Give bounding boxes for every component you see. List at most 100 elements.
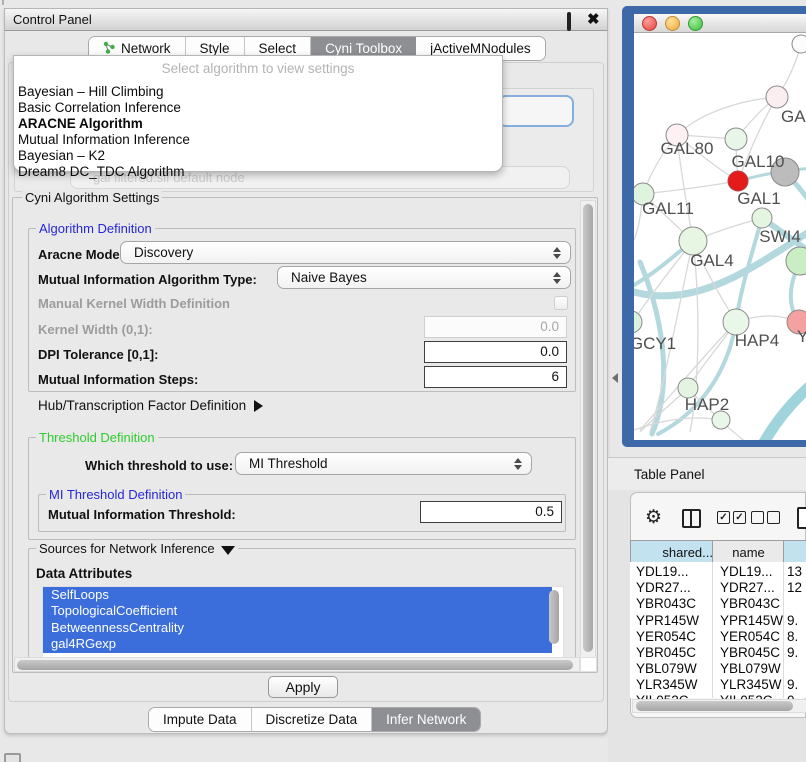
table-cell[interactable]: YPR145W — [720, 613, 783, 628]
network-window-titlebar — [634, 14, 806, 33]
gear-icon[interactable]: ⚙ — [645, 506, 662, 529]
checked-pair-icon[interactable]: ✓✓ — [717, 511, 746, 524]
label-hap4: HAP4 — [735, 331, 779, 350]
network-canvas[interactable]: GAL GAL80 GAL10 GAL1 GAL11 GAL4 SWI4 GCY… — [634, 33, 806, 440]
label-gal10: GAL10 — [732, 152, 785, 171]
list-item-selfloops[interactable]: SelfLoops — [43, 587, 552, 603]
settings-vscrollbar-thumb[interactable] — [583, 204, 593, 652]
kernel-width-label: Kernel Width (0,1): — [38, 322, 153, 337]
aracne-mode-label: Aracne Mode: — [38, 247, 124, 262]
mi-threshold-field[interactable]: 0.5 — [420, 501, 562, 523]
table-row-clipped: YIL052C YIL052C 0. — [630, 691, 806, 699]
table-cell[interactable]: 8. — [787, 629, 798, 644]
split-columns-icon[interactable] — [682, 509, 701, 528]
tab-discretize-data[interactable]: Discretize Data — [252, 708, 373, 731]
table-cell[interactable]: YLR345W — [720, 677, 782, 692]
list-item-gal4rgexp[interactable]: gal4RGexp — [43, 636, 552, 652]
label-y-partial: Y — [797, 327, 806, 346]
menu-item-dream8[interactable]: Dream8 DC_TDC Algorithm — [18, 164, 185, 179]
table-cell[interactable]: YDR27... — [720, 580, 775, 595]
table-cell[interactable]: YBR043C — [636, 596, 696, 611]
menu-item-basic-correlation[interactable]: Basic Correlation Inference — [18, 100, 181, 115]
settings-hscrollbar-thumb[interactable] — [17, 660, 573, 670]
traffic-light-close-icon[interactable] — [642, 16, 657, 31]
table-cell[interactable]: YLR345W — [636, 677, 698, 692]
splitpane-collapse-arrow[interactable] — [612, 373, 618, 383]
hub-definition-expander[interactable]: Hub/Transcription Factor Definition — [38, 398, 263, 413]
scrollbar-corner — [580, 657, 597, 672]
mi-threshold-definition-title: MI Threshold Definition — [46, 487, 185, 502]
control-panel-titlebar: Control Panel ✖ — [4, 8, 608, 31]
kernel-width-field[interactable]: 0.0 — [424, 316, 567, 338]
node-gal-top[interactable] — [766, 86, 788, 108]
float-panel-icon[interactable] — [567, 14, 579, 26]
aracne-mode-combo[interactable]: Discovery — [120, 241, 571, 264]
column-header-name[interactable]: name — [712, 540, 784, 564]
label-gal1: GAL1 — [737, 189, 780, 208]
table-cell[interactable]: YDR27... — [636, 580, 691, 595]
table-cell[interactable]: 9. — [787, 613, 798, 628]
table-cell[interactable]: 13 — [787, 564, 802, 579]
tab-infer-network[interactable]: Infer Network — [372, 708, 480, 731]
algorithm-select-popup: Select algorithm to view settings Bayesi… — [13, 55, 503, 172]
table-cell[interactable]: 9. — [787, 645, 798, 660]
table-cell[interactable]: YDL19... — [720, 564, 773, 579]
algorithm-popup-prompt: Select algorithm to view settings — [14, 61, 502, 76]
menu-item-mutual-information[interactable]: Mutual Information Inference — [18, 132, 190, 147]
table-hscrollbar-thumb[interactable] — [636, 701, 793, 711]
threshold-definition-title: Threshold Definition — [36, 430, 158, 445]
node-gal1-red[interactable] — [728, 171, 748, 191]
mi-steps-field[interactable]: 6 — [424, 366, 567, 388]
control-panel-title: Control Panel — [13, 12, 92, 27]
traffic-light-zoom-icon[interactable] — [688, 16, 703, 31]
table-cell[interactable]: YBL079W — [636, 661, 697, 676]
algorithm-definition-title: Algorithm Definition — [36, 221, 155, 236]
table-cell[interactable]: YBL079W — [720, 661, 781, 676]
node-swi4[interactable] — [752, 208, 772, 228]
column-header-shared[interactable]: shared... — [630, 540, 718, 564]
close-icon[interactable]: ✖ — [587, 14, 599, 26]
tab-impute-data[interactable]: Impute Data — [149, 708, 252, 731]
partial-toolbar-icon[interactable] — [797, 507, 806, 529]
app-root: Control Panel ✖ Network Style Select Cyn… — [0, 0, 806, 762]
manual-kernel-width-checkbox[interactable] — [554, 296, 568, 310]
label-gal80: GAL80 — [661, 139, 714, 158]
dock-panel-icon[interactable] — [4, 753, 21, 762]
table-cell[interactable]: YBR045C — [636, 645, 696, 660]
table-cell[interactable]: YER054C — [720, 629, 780, 644]
menu-item-bayesian-hill-climbing[interactable]: Bayesian – Hill Climbing — [18, 84, 164, 99]
list-item-betweennesscentrality[interactable]: BetweennessCentrality — [43, 620, 552, 636]
node-gal10[interactable] — [725, 128, 747, 150]
node-gcy1[interactable] — [634, 311, 642, 333]
focused-combo-partially-hidden[interactable] — [498, 95, 574, 127]
list-scrollbar-thumb[interactable] — [549, 590, 559, 644]
table-cell[interactable]: 9. — [787, 677, 798, 692]
manual-kernel-width-label: Manual Kernel Width Definition — [38, 296, 230, 311]
dpi-tolerance-label: DPI Tolerance [0,1]: — [38, 347, 158, 362]
node-right-green[interactable] — [786, 247, 806, 275]
which-threshold-combo[interactable]: MI Threshold — [235, 452, 532, 475]
menu-item-bayesian-k2[interactable]: Bayesian – K2 — [18, 148, 105, 163]
label-gal-top: GAL — [781, 107, 806, 126]
table-cell[interactable]: YBR045C — [720, 645, 780, 660]
tab-network-label: Network — [121, 41, 171, 56]
combo-arrows-icon — [553, 272, 561, 284]
table-cell[interactable]: YPR145W — [636, 613, 699, 628]
cyni-bottom-tabbar: Impute Data Discretize Data Infer Networ… — [148, 707, 481, 732]
sources-title[interactable]: Sources for Network Inference — [36, 541, 238, 556]
table-cell[interactable]: YDL19... — [636, 564, 689, 579]
traffic-light-minimize-icon[interactable] — [665, 16, 680, 31]
table-panel-header: Table Panel — [608, 457, 806, 490]
table-cell[interactable]: YBR043C — [720, 596, 780, 611]
menu-item-aracne[interactable]: ARACNE Algorithm — [18, 116, 143, 131]
dpi-tolerance-field[interactable]: 0.0 — [424, 341, 567, 363]
mi-algorithm-type-combo[interactable]: Naive Bayes — [277, 266, 571, 289]
node-partial-top[interactable] — [792, 35, 806, 53]
unchecked-pair-icon[interactable] — [751, 511, 780, 524]
list-item-topologicalcoefficient[interactable]: TopologicalCoefficient — [43, 603, 552, 619]
table-cell[interactable]: 12 — [787, 580, 802, 595]
table-cell[interactable]: YER054C — [636, 629, 696, 644]
column-header-partial[interactable] — [783, 540, 806, 564]
apply-button[interactable]: Apply — [268, 676, 338, 698]
table-panel-title: Table Panel — [634, 467, 705, 482]
